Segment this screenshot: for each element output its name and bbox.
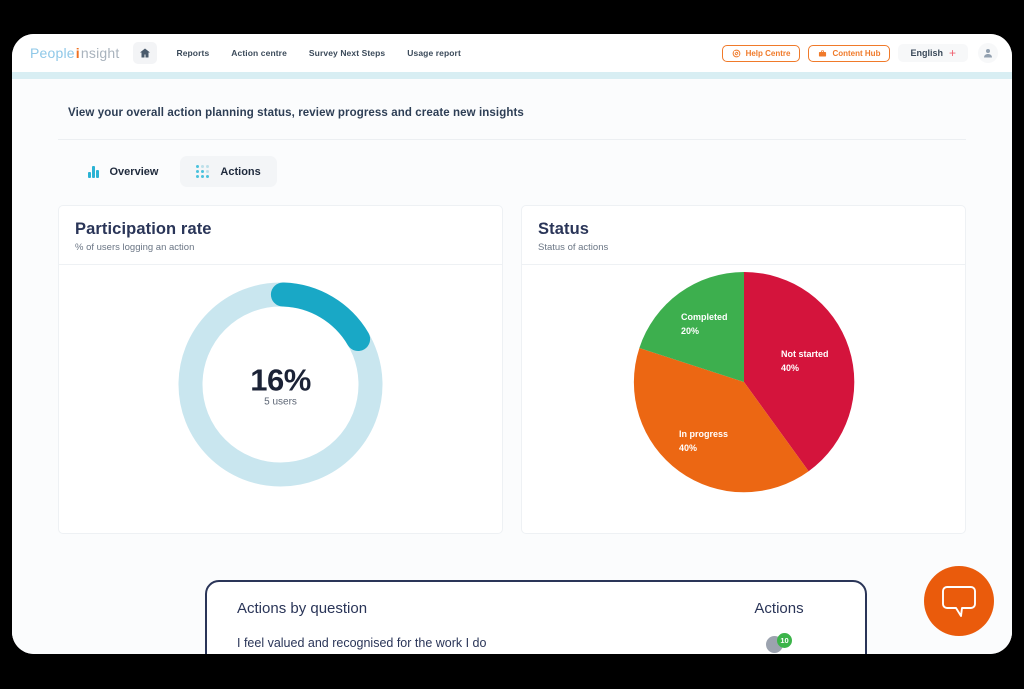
dot-grid-icon <box>196 165 210 178</box>
action-count-value: 10 <box>777 633 792 648</box>
participation-percent: 16% <box>250 362 311 397</box>
help-centre-label: Help Centre <box>745 48 791 58</box>
participation-card-title: Participation rate <box>75 220 212 238</box>
panel-header-row: Actions by question Actions <box>237 600 839 617</box>
pie-label-not-started: Not started <box>781 349 829 359</box>
home-button[interactable] <box>133 42 158 64</box>
app-window: People i nsight Reports Action centre Su… <box>12 34 1012 654</box>
page-subtitle: View your overall action planning status… <box>68 107 524 119</box>
question-row[interactable]: I feel valued and recognised for the wor… <box>237 633 839 653</box>
language-selector[interactable]: English + <box>898 44 968 62</box>
participation-card-header: Participation rate % of users logging an… <box>59 206 502 265</box>
status-pie-chart: Not started 40% In progress 40% Complete… <box>522 271 965 493</box>
nav-link-survey-next-steps[interactable]: Survey Next Steps <box>298 44 396 62</box>
page-content: View your overall action planning status… <box>12 79 1012 654</box>
status-card-body: Not started 40% In progress 40% Complete… <box>522 265 965 533</box>
pie-label-in-progress-value: 40% <box>679 443 697 453</box>
tab-actions[interactable]: Actions <box>180 156 277 187</box>
status-card-header: Status Status of actions <box>522 206 965 265</box>
question-text: I feel valued and recognised for the wor… <box>237 636 487 650</box>
nav-link-usage-report[interactable]: Usage report <box>396 44 472 62</box>
panel-title: Actions by question <box>237 600 368 617</box>
pie-label-completed-value: 20% <box>681 326 699 336</box>
nav-link-reports[interactable]: Reports <box>165 44 220 62</box>
language-label: English <box>910 48 943 58</box>
tab-overview[interactable]: Overview <box>72 156 174 187</box>
participation-rate-card: Participation rate % of users logging an… <box>58 205 503 534</box>
pie-svg: Not started 40% In progress 40% Complete… <box>633 271 854 493</box>
dashboard-cards: Participation rate % of users logging an… <box>44 187 980 534</box>
help-centre-button[interactable]: Help Centre <box>721 44 801 62</box>
question-actions-cell: 10 <box>719 633 839 653</box>
main-nav-links: Reports Action centre Survey Next Steps … <box>165 44 471 62</box>
logo-text-people: People <box>30 45 75 61</box>
app-logo[interactable]: People i nsight <box>30 45 119 61</box>
top-bar-right-group: Help Centre Content Hub English + <box>721 43 998 63</box>
participation-card-subtitle: % of users logging an action <box>75 242 195 253</box>
pie-label-completed: Completed <box>681 312 728 322</box>
logo-text-i: i <box>75 45 80 61</box>
tab-bar: Overview Actions <box>44 140 980 187</box>
chat-bubble-icon <box>942 586 976 617</box>
user-icon <box>984 49 992 58</box>
status-card: Status Status of actions Not started 40%… <box>521 205 966 534</box>
participation-card-body: 16% 5 users <box>59 265 502 533</box>
logo-text-nsight: nsight <box>80 45 120 61</box>
status-card-subtitle: Status of actions <box>538 242 609 253</box>
tab-overview-label: Overview <box>109 165 159 178</box>
language-plus-icon: + <box>948 46 956 60</box>
status-card-title: Status <box>538 220 590 238</box>
action-count-badge[interactable]: 10 <box>766 633 792 653</box>
lifebuoy-icon <box>732 49 740 57</box>
accent-strip <box>12 72 1012 79</box>
home-icon <box>140 48 151 58</box>
top-navigation-bar: People i nsight Reports Action centre Su… <box>12 34 1012 72</box>
nav-link-action-centre[interactable]: Action centre <box>220 44 298 62</box>
pie-label-in-progress: In progress <box>679 429 728 439</box>
actions-by-question-panel: Actions by question Actions I feel value… <box>205 580 867 654</box>
tab-actions-label: Actions <box>220 165 261 178</box>
donut-center-label: 16% 5 users <box>250 362 311 407</box>
content-hub-label: Content Hub <box>832 48 881 58</box>
briefcase-icon <box>819 49 827 56</box>
user-avatar[interactable] <box>978 43 998 63</box>
participation-donut-chart: 16% 5 users <box>59 277 502 492</box>
content-hub-button[interactable]: Content Hub <box>808 44 891 62</box>
chat-widget-button[interactable] <box>924 566 994 636</box>
panel-actions-column-header: Actions <box>754 600 804 617</box>
bar-chart-icon <box>88 165 99 178</box>
pie-label-not-started-value: 40% <box>781 363 799 373</box>
